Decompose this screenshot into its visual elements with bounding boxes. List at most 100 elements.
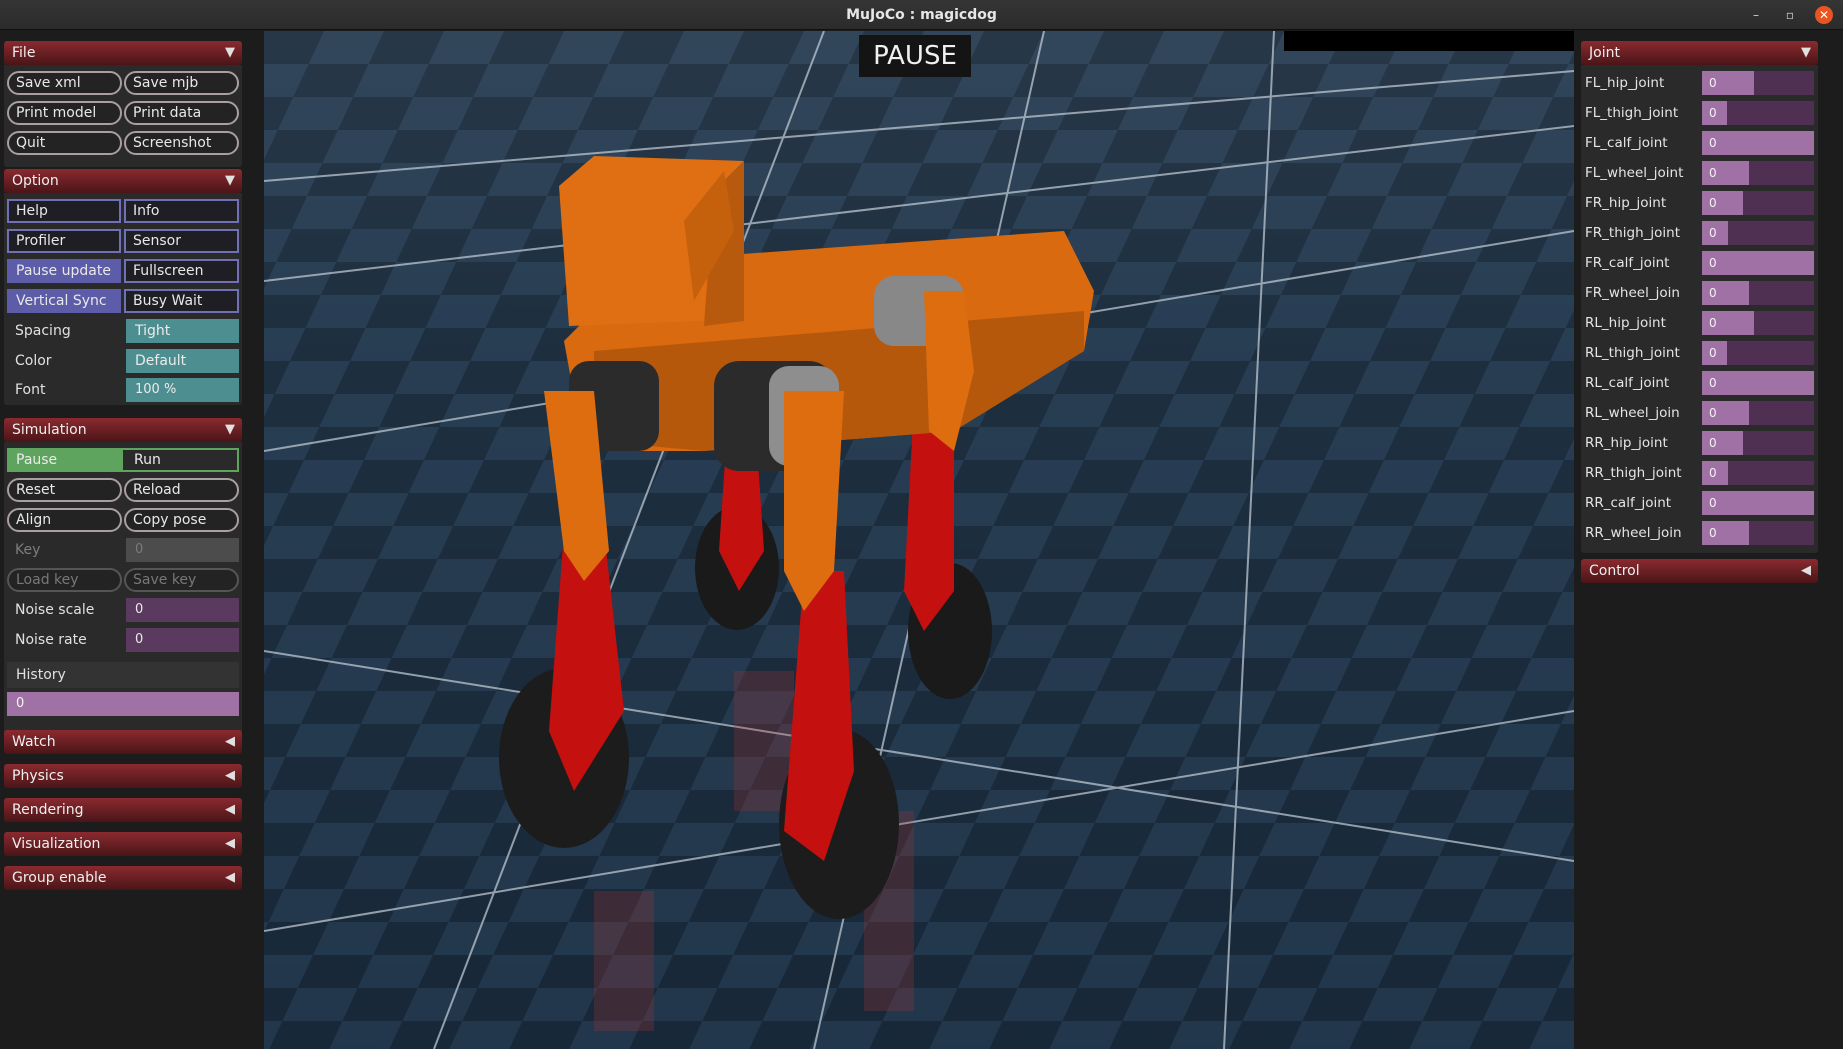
rendering-section-title: Rendering [12,802,84,818]
simulation-section: Simulation ▼ Pause Run Reset Reload Alig… [4,418,242,750]
key-label: Key [15,542,41,558]
watch-section: Watch ◀ [4,730,242,754]
joint-slider[interactable]: 0 [1702,491,1814,515]
joint-label: RR_calf_joint [1585,495,1672,511]
joint-slider-value: 0 [1709,436,1717,450]
physics-section-header[interactable]: Physics ◀ [4,764,242,788]
group-enable-section: Group enable ◀ [4,866,242,890]
save-xml-button[interactable]: Save xml [7,71,122,95]
control-section-header[interactable]: Control ◀ [1581,559,1818,583]
reset-button[interactable]: Reset [7,478,122,502]
color-select[interactable]: Default [126,349,239,373]
joint-label: FR_calf_joint [1585,255,1670,271]
joint-slider[interactable]: 0 [1702,131,1814,155]
joint-label: FL_thigh_joint [1585,105,1679,121]
joint-slider-value: 0 [1709,196,1717,210]
pause-radio[interactable]: Pause [7,448,123,472]
joint-slider-value: 0 [1709,316,1717,330]
joint-slider-fill [1702,251,1814,275]
joint-slider-value: 0 [1709,346,1717,360]
rendering-section-header[interactable]: Rendering ◀ [4,798,242,822]
joint-slider[interactable]: 0 [1702,101,1814,125]
print-model-button[interactable]: Print model [7,101,122,125]
load-key-button[interactable]: Load key [7,568,122,592]
joint-slider[interactable]: 0 [1702,161,1814,185]
font-select[interactable]: 100 % [126,378,239,402]
joint-label: FL_hip_joint [1585,75,1665,91]
joint-slider[interactable]: 0 [1702,401,1814,425]
watch-section-header[interactable]: Watch ◀ [4,730,242,754]
copy-pose-button[interactable]: Copy pose [124,508,239,532]
run-radio[interactable]: Run [126,448,236,472]
save-key-button[interactable]: Save key [124,568,239,592]
joint-label: FR_hip_joint [1585,195,1667,211]
window-titlebar: MuJoCo : magicdog – ▫ ✕ [0,0,1843,30]
joint-slider[interactable]: 0 [1702,191,1814,215]
physics-section: Physics ◀ [4,764,242,788]
group-enable-section-header[interactable]: Group enable ◀ [4,866,242,890]
profiler-toggle[interactable]: Profiler [7,229,121,253]
joint-slider[interactable]: 0 [1702,221,1814,245]
chevron-down-icon: ▼ [225,45,235,60]
restore-button[interactable]: ▫ [1781,6,1799,24]
file-section-header[interactable]: File ▼ [4,41,242,65]
close-button[interactable]: ✕ [1815,6,1833,24]
noise-rate-slider[interactable]: 0 [126,628,239,652]
joint-section-header[interactable]: Joint ▼ [1581,41,1818,65]
pause-update-toggle[interactable]: Pause update [7,259,121,283]
joint-slider[interactable]: 0 [1702,281,1814,305]
group-enable-section-title: Group enable [12,870,107,886]
align-button[interactable]: Align [7,508,122,532]
joint-slider-value: 0 [1709,526,1717,540]
joint-slider[interactable]: 0 [1702,521,1814,545]
chevron-down-icon: ▼ [225,173,235,188]
joint-slider[interactable]: 0 [1702,251,1814,275]
color-label: Color [15,353,52,369]
history-label: History [16,667,66,683]
fullscreen-toggle[interactable]: Fullscreen [124,259,239,283]
joint-slider-fill [1702,371,1814,395]
joint-slider[interactable]: 0 [1702,431,1814,455]
sensor-toggle[interactable]: Sensor [124,229,239,253]
vertical-sync-toggle[interactable]: Vertical Sync [7,289,121,313]
simulation-section-body: Pause Run Reset Reload Align Copy pose K… [4,442,242,750]
joint-slider-value: 0 [1709,76,1717,90]
noise-scale-label: Noise scale [15,602,95,618]
key-slider[interactable]: 0 [126,538,239,562]
reload-button[interactable]: Reload [124,478,239,502]
scene-viewport[interactable]: PAUSE [264,31,1574,1049]
history-slider[interactable]: 0 [7,692,239,716]
noise-rate-label: Noise rate [15,632,87,648]
joint-label: RR_wheel_join [1585,525,1682,541]
busy-wait-toggle[interactable]: Busy Wait [124,289,239,313]
chevron-down-icon: ▼ [225,422,235,437]
joint-slider[interactable]: 0 [1702,461,1814,485]
joint-slider-fill [1702,491,1814,515]
joint-slider-fill [1702,131,1814,155]
quit-button[interactable]: Quit [7,131,122,155]
minimize-button[interactable]: – [1747,6,1765,24]
joint-slider[interactable]: 0 [1702,371,1814,395]
joint-slider[interactable]: 0 [1702,311,1814,335]
joint-label: RR_hip_joint [1585,435,1668,451]
visualization-section-header[interactable]: Visualization ◀ [4,832,242,856]
screenshot-button[interactable]: Screenshot [124,131,239,155]
option-section-title: Option [12,173,59,189]
joint-slider[interactable]: 0 [1702,71,1814,95]
help-toggle[interactable]: Help [7,199,121,223]
print-data-button[interactable]: Print data [124,101,239,125]
joint-slider-value: 0 [1709,286,1717,300]
chevron-left-icon: ◀ [225,734,235,749]
chevron-left-icon: ◀ [225,802,235,817]
visualization-section: Visualization ◀ [4,832,242,856]
pause-status-label: PAUSE [859,35,971,77]
option-section-header[interactable]: Option ▼ [4,169,242,193]
rendering-section: Rendering ◀ [4,798,242,822]
spacing-select[interactable]: Tight [126,319,239,343]
save-mjb-button[interactable]: Save mjb [124,71,239,95]
info-toggle[interactable]: Info [124,199,239,223]
scene-render [264,31,1574,1049]
simulation-section-header[interactable]: Simulation ▼ [4,418,242,442]
joint-slider[interactable]: 0 [1702,341,1814,365]
noise-scale-slider[interactable]: 0 [126,598,239,622]
